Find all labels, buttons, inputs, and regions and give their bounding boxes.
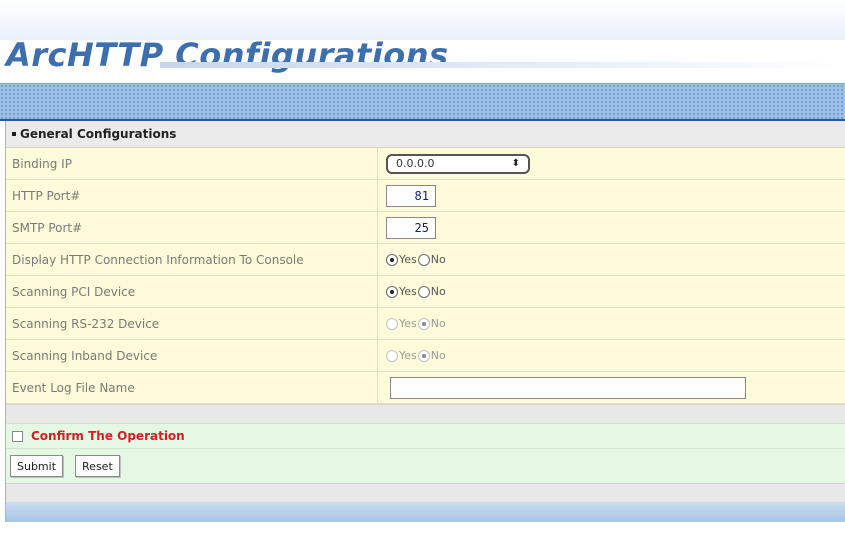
scan-pci-yes-radio[interactable] (386, 285, 398, 298)
scan-rs232-label: Scanning RS-232 Device (6, 308, 378, 339)
bullet-icon (12, 132, 16, 136)
button-row: Submit Reset (6, 449, 845, 483)
display-http-yes-radio[interactable] (386, 253, 398, 266)
row-scan-rs232: Scanning RS-232 Device Yes No (6, 308, 845, 340)
confirm-row: Confirm The Operation (6, 423, 845, 449)
scan-pci-radio-group: Yes No (386, 285, 447, 298)
scan-inband-radio-group: Yes No (386, 349, 447, 362)
scan-rs232-yes-label: Yes (399, 317, 417, 330)
row-scan-inband: Scanning Inband Device Yes No (6, 340, 845, 372)
row-event-log: Event Log File Name (6, 372, 845, 404)
scan-inband-yes-label: Yes (399, 349, 417, 362)
scan-inband-no-label: No (430, 349, 446, 362)
spacer-bar (6, 404, 845, 423)
section-header: General Configurations (6, 121, 845, 148)
display-http-label: Display HTTP Connection Information To C… (6, 244, 378, 275)
http-port-label: HTTP Port# (6, 180, 378, 211)
row-smtp-port: SMTP Port# 25 (6, 212, 845, 244)
scan-pci-yes-label: Yes (399, 285, 417, 298)
scan-rs232-radio-group: Yes No (386, 317, 447, 330)
http-port-input[interactable]: 81 (386, 184, 436, 207)
top-band (0, 0, 845, 40)
page-title: ArcHTTP Configurations (6, 36, 449, 74)
scan-inband-no-radio[interactable] (417, 349, 430, 362)
row-binding-ip: Binding IP 0.0.0.0 ⬍ (6, 148, 845, 180)
scan-pci-no-radio[interactable] (417, 285, 430, 298)
bottom-band (6, 483, 845, 502)
section-title: General Configurations (20, 127, 177, 141)
bottom-blue-band (6, 502, 845, 522)
row-display-http: Display HTTP Connection Information To C… (6, 244, 845, 276)
display-http-yes-label: Yes (399, 253, 417, 266)
binding-ip-label: Binding IP (6, 148, 378, 179)
event-log-label: Event Log File Name (6, 372, 378, 403)
header-pattern-bar (0, 83, 845, 121)
scan-pci-label: Scanning PCI Device (6, 276, 378, 307)
row-scan-pci: Scanning PCI Device Yes No (6, 276, 845, 308)
scan-rs232-no-radio[interactable] (417, 317, 430, 330)
scan-rs232-yes-radio[interactable] (386, 317, 398, 330)
event-log-file-input[interactable] (390, 376, 746, 399)
display-http-no-label: No (430, 253, 446, 266)
updown-arrow-icon: ⬍ (511, 158, 520, 169)
display-http-no-radio[interactable] (417, 253, 430, 266)
smtp-port-label: SMTP Port# (6, 212, 378, 243)
config-panel: General Configurations Binding IP 0.0.0.… (5, 121, 845, 522)
binding-ip-value: 0.0.0.0 (396, 157, 435, 170)
confirm-label: Confirm The Operation (31, 429, 185, 443)
display-http-radio-group: Yes No (386, 253, 447, 266)
submit-button[interactable]: Submit (10, 455, 64, 477)
scan-pci-no-label: No (430, 285, 446, 298)
scan-inband-yes-radio[interactable] (386, 349, 398, 362)
row-http-port: HTTP Port# 81 (6, 180, 845, 212)
confirm-checkbox[interactable] (12, 430, 23, 442)
binding-ip-select[interactable]: 0.0.0.0 ⬍ (386, 153, 530, 174)
reset-button[interactable]: Reset (75, 455, 120, 477)
scan-rs232-no-label: No (430, 317, 446, 330)
title-underline (160, 62, 845, 68)
smtp-port-input[interactable]: 25 (386, 216, 436, 239)
scan-inband-label: Scanning Inband Device (6, 340, 378, 371)
